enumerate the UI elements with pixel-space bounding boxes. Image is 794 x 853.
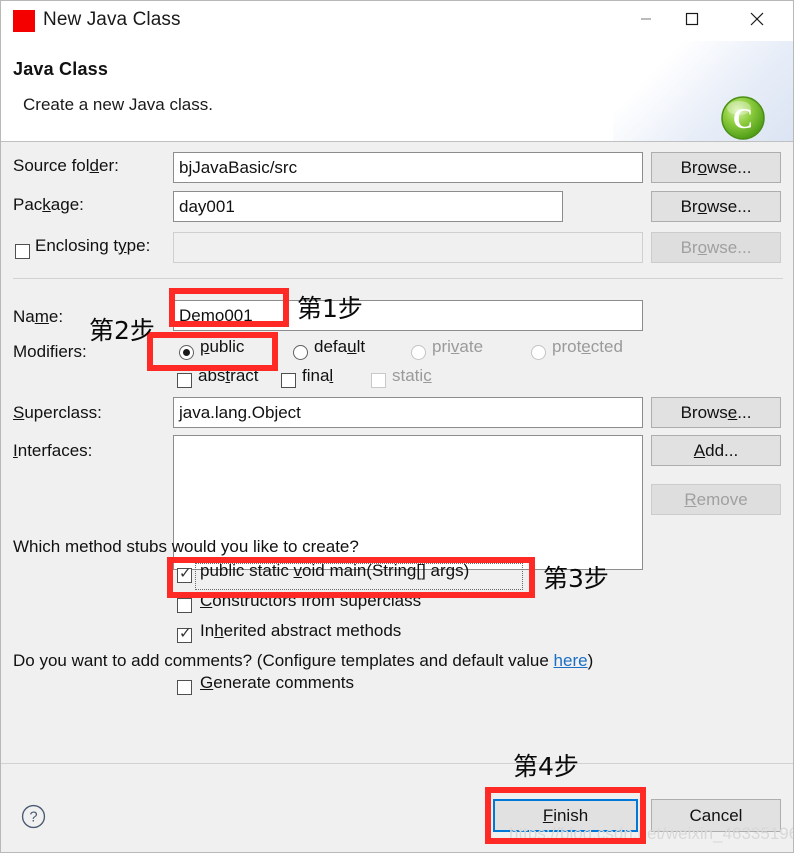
page-description: Create a new Java class. <box>23 95 213 114</box>
method-stub-label-main: public static void main(String[] args) <box>200 561 470 580</box>
svg-text:?: ? <box>29 810 37 826</box>
method-stub-checkbox-main[interactable]: ✓ <box>177 566 192 583</box>
superclass-browse-button[interactable]: Brows e... <box>651 397 781 428</box>
close-icon[interactable] <box>727 1 787 37</box>
source-folder-browse-button[interactable]: Br o wse... <box>651 152 781 183</box>
footer-separator <box>1 763 793 764</box>
method-stub-checkbox-inherited[interactable]: ✓ <box>177 626 192 643</box>
new-java-class-dialog: New Java Class Java Class Create a new J… <box>0 0 794 853</box>
window-title: New Java Class <box>43 9 181 30</box>
method-stubs-question: Which method stubs would you like to cre… <box>13 537 359 556</box>
modifier-radio-public[interactable] <box>179 345 194 360</box>
annotation-step1: 第1步 <box>297 294 363 323</box>
modifier-label-static: static <box>392 366 432 385</box>
package-input[interactable]: day001 <box>173 191 563 222</box>
package-label: Package: <box>13 195 84 214</box>
generate-comments-checkbox[interactable] <box>177 680 192 695</box>
name-label: Name: <box>13 307 64 326</box>
question-mark-circle-icon[interactable]: ? <box>21 804 46 829</box>
name-input[interactable]: Demo001 <box>173 300 643 331</box>
page-title: Java Class <box>13 59 109 79</box>
separator-upper <box>13 278 783 279</box>
comments-question-suffix: ) <box>587 651 594 670</box>
modifier-checkbox-abstract[interactable] <box>177 373 192 388</box>
interfaces-remove-button: Remove <box>651 484 781 515</box>
annotation-step2: 第2步 <box>89 316 155 345</box>
modifier-label-public: public <box>200 337 245 356</box>
method-stub-label-inherited: Inherited abstract methods <box>200 621 402 640</box>
package-browse-button[interactable]: Br o wse... <box>651 191 781 222</box>
enclosing-type-checkbox[interactable] <box>15 244 30 259</box>
dialog-footer: Finish Cancel <box>1 763 793 852</box>
superclass-input[interactable]: java.lang.Object <box>173 397 643 428</box>
source-folder-label: Source folder: <box>13 156 119 175</box>
maximize-button[interactable] <box>669 1 715 37</box>
modifier-radio-protected <box>531 345 546 360</box>
comments-question-prefix: Do you want to add comments? (Configure … <box>13 651 554 670</box>
annotation-step4: 第4步 <box>513 752 579 781</box>
generate-comments-label: Generate comments <box>200 673 355 692</box>
finish-button[interactable]: Finish <box>493 799 638 832</box>
enclosing-type-browse-button: Br o wse... <box>651 232 781 263</box>
modifier-label-abstract: abstract <box>198 366 259 385</box>
modifier-label-protected: protected <box>552 337 623 356</box>
title-bar: New Java Class <box>1 1 793 41</box>
interfaces-add-button[interactable]: Add... <box>651 435 781 466</box>
enclosing-type-label: Enclosing type: <box>35 236 151 255</box>
modifier-radio-default[interactable] <box>293 345 308 360</box>
source-folder-input[interactable]: bjJavaBasic/src <box>173 152 643 183</box>
comments-question: Do you want to add comments? (Configure … <box>13 651 593 671</box>
modifier-radio-private <box>411 345 426 360</box>
modifier-checkbox-static <box>371 373 386 388</box>
modifier-label-final: final <box>302 366 334 385</box>
method-stub-label-constructors: Constructors from superclass <box>200 591 422 610</box>
modifier-label-default: default <box>314 337 366 356</box>
method-stub-checkbox-constructors[interactable] <box>177 598 192 613</box>
configure-templates-link[interactable]: here <box>554 651 588 670</box>
modifier-label-private: private <box>432 337 484 356</box>
modifiers-label: Modifiers: <box>13 342 87 361</box>
interfaces-label: Interfaces: <box>13 441 93 460</box>
superclass-label: Superclass: <box>13 403 102 422</box>
annotation-step3: 第3步 <box>543 564 609 593</box>
dialog-header: Java Class Create a new Java class. C <box>1 41 793 142</box>
minimize-button[interactable] <box>623 1 669 37</box>
svg-text:C: C <box>733 104 753 135</box>
enclosing-type-input[interactable] <box>173 232 643 263</box>
green-c-circle-icon: C <box>721 96 765 140</box>
modifier-checkbox-final[interactable] <box>281 373 296 388</box>
red-square-icon <box>13 10 35 32</box>
dialog-body: Source folder: bjJavaBasic/src Br o wse...… <box>1 143 793 763</box>
cancel-button[interactable]: Cancel <box>651 799 781 832</box>
